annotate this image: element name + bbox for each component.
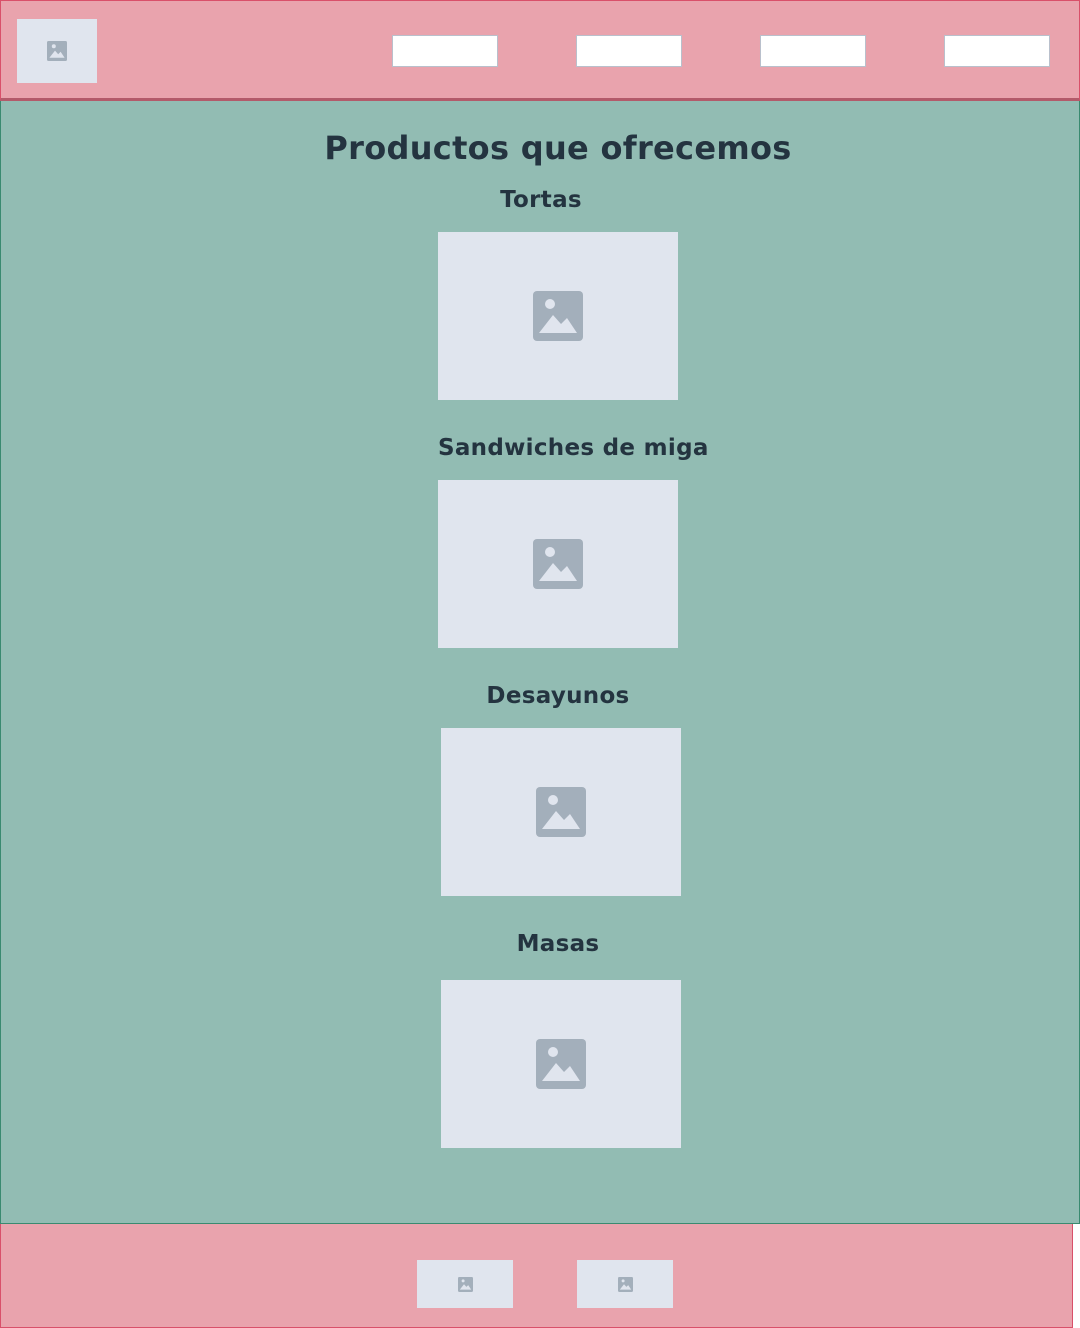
product-image-sandwiches (438, 480, 678, 648)
page-title: Productos que ofrecemos (324, 129, 792, 167)
site-header (0, 0, 1080, 101)
product-image-desayunos (441, 728, 681, 896)
image-placeholder-icon (533, 291, 583, 341)
nav-item-1[interactable] (392, 35, 498, 67)
nav-item-4[interactable] (944, 35, 1050, 67)
products-section: Productos que ofrecemos Tortas Sandwiche… (0, 101, 1080, 1224)
nav-item-2[interactable] (576, 35, 682, 67)
product-title-sandwiches: Sandwiches de miga (438, 435, 709, 461)
product-title-tortas: Tortas (500, 187, 582, 213)
image-placeholder-icon (533, 539, 583, 589)
footer-social-link-2[interactable] (577, 1260, 673, 1308)
logo[interactable] (17, 19, 97, 83)
site-footer (0, 1224, 1073, 1328)
product-title-masas: Masas (516, 931, 600, 957)
product-image-masas (441, 980, 681, 1148)
image-placeholder-icon (536, 1039, 586, 1089)
footer-social-link-1[interactable] (417, 1260, 513, 1308)
nav-item-3[interactable] (760, 35, 866, 67)
image-placeholder-icon (457, 1276, 473, 1292)
image-placeholder-icon (617, 1276, 633, 1292)
image-placeholder-icon (47, 41, 67, 61)
product-title-desayunos: Desayunos (486, 683, 630, 709)
product-image-tortas (438, 232, 678, 400)
image-placeholder-icon (536, 787, 586, 837)
